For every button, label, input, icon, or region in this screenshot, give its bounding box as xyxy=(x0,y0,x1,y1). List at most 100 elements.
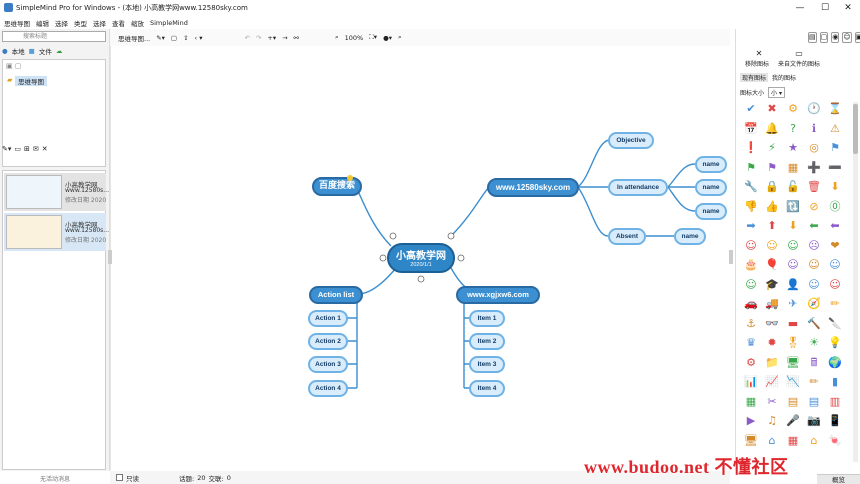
style-panel-icon[interactable]: ◉ xyxy=(831,32,840,43)
topic-action-3[interactable]: Action 3 xyxy=(308,356,348,373)
redo-icon[interactable]: ↷ xyxy=(256,34,261,42)
document-selector[interactable]: 思维导图... xyxy=(118,33,150,43)
properties-icon[interactable]: ▤ xyxy=(808,32,817,43)
overview-button[interactable]: 概览 xyxy=(817,474,860,484)
mail-icon[interactable]: ✉ xyxy=(33,145,39,153)
library-icon[interactable]: ⬅ xyxy=(807,219,821,233)
library-icon[interactable]: 🖩 xyxy=(807,356,821,370)
undo-icon[interactable]: ↶ xyxy=(244,34,249,42)
library-icon[interactable]: 📊 xyxy=(744,375,758,389)
library-icon[interactable]: 👓 xyxy=(765,317,779,331)
mind-map-canvas[interactable]: 小高教学网 2020/1/1 百度搜索 www.12580sky.com Obj… xyxy=(110,46,730,470)
file-icon-icon[interactable]: ▭ xyxy=(785,49,813,58)
tab-local[interactable]: 本地 xyxy=(12,46,25,56)
library-icon[interactable]: ⬇ xyxy=(828,180,842,194)
library-icon[interactable]: 👤 xyxy=(786,278,800,292)
library-icon[interactable]: ⊘ xyxy=(807,200,821,214)
library-icon[interactable]: ▮ xyxy=(828,375,842,389)
topic-name[interactable]: name xyxy=(695,179,727,196)
topic-12580sky[interactable]: www.12580sky.com xyxy=(487,178,579,197)
library-icon[interactable]: 🎈 xyxy=(765,258,779,272)
library-icon[interactable]: ✏ xyxy=(828,297,842,311)
library-icon[interactable]: 👎 xyxy=(744,200,758,214)
topic-name[interactable]: name xyxy=(695,203,727,220)
library-icon[interactable]: ☺ xyxy=(807,278,821,292)
menu-select-2[interactable]: 选择 xyxy=(93,18,106,28)
open-folder-icon[interactable]: ▭ xyxy=(14,145,21,153)
topic-action-4[interactable]: Action 4 xyxy=(308,380,348,397)
library-icon[interactable]: 🔪 xyxy=(828,317,842,331)
library-icon[interactable]: 🎓 xyxy=(765,278,779,292)
topic-name[interactable]: name xyxy=(674,228,706,245)
readonly-checkbox[interactable]: 只读 xyxy=(116,473,139,483)
library-icon[interactable]: ➖ xyxy=(828,161,842,175)
fit-icon[interactable]: ⛶▾ xyxy=(369,33,377,42)
library-icon[interactable]: ✂ xyxy=(765,395,779,409)
library-icon[interactable]: ➕ xyxy=(807,161,821,175)
library-icon[interactable]: ▶ xyxy=(744,414,758,428)
library-icon[interactable]: ❤ xyxy=(828,239,842,253)
library-icon[interactable]: ⚙ xyxy=(744,356,758,370)
library-icon[interactable]: ⌂ xyxy=(807,434,821,448)
topic-xgjxw6[interactable]: www.xgjxw6.com xyxy=(456,286,540,304)
right-panel-collapse-handle[interactable] xyxy=(729,250,733,264)
library-icon[interactable]: 🔃 xyxy=(786,200,800,214)
zoom-icon[interactable]: ⌕ xyxy=(335,33,339,42)
library-icon[interactable]: 📈 xyxy=(765,375,779,389)
library-icon[interactable]: 📱 xyxy=(828,414,842,428)
library-icon[interactable]: ★ xyxy=(786,141,800,155)
library-icon[interactable]: ⚓ xyxy=(744,317,758,331)
topic-baidu[interactable]: 百度搜索 xyxy=(312,177,362,196)
library-icon[interactable]: ⌂ xyxy=(765,434,779,448)
library-icon[interactable]: 📷 xyxy=(807,414,821,428)
library-icon[interactable]: 🖥 xyxy=(786,356,800,370)
library-icon[interactable]: 📉 xyxy=(786,375,800,389)
library-icon[interactable]: ? xyxy=(786,122,800,136)
library-icon[interactable]: ▥ xyxy=(828,395,842,409)
tree-item-mindmaps[interactable]: 思维导图 xyxy=(15,76,47,86)
library-icon[interactable]: 🔓 xyxy=(786,180,800,194)
note-panel-icon[interactable]: ▢ xyxy=(819,32,829,43)
library-icon[interactable]: 🚚 xyxy=(765,297,779,311)
tab-my-icons[interactable]: 我的图标 xyxy=(772,73,796,82)
remove-icon-button[interactable]: 移除图标 xyxy=(740,59,774,68)
library-icon[interactable]: 🍬 xyxy=(828,434,842,448)
library-icon[interactable]: ☺ xyxy=(744,239,758,253)
library-icon[interactable]: ⚠ xyxy=(828,122,842,136)
left-panel-collapse-handle[interactable] xyxy=(108,250,112,264)
library-icon[interactable]: 🌍 xyxy=(828,356,842,370)
minimize-button[interactable]: — xyxy=(790,2,810,14)
library-icon[interactable]: 🕐 xyxy=(807,102,821,116)
connector-handle[interactable] xyxy=(389,232,397,240)
library-icon[interactable]: ▦ xyxy=(744,395,758,409)
connector-handle[interactable] xyxy=(447,232,455,240)
connector-handle[interactable] xyxy=(379,254,387,262)
library-icon[interactable]: ▤ xyxy=(807,395,821,409)
central-topic[interactable]: 小高教学网 2020/1/1 xyxy=(387,243,455,273)
topic-objective[interactable]: Objective xyxy=(608,132,654,149)
remove-icon-icon[interactable]: ✕ xyxy=(744,49,774,58)
topic-action-list[interactable]: Action list xyxy=(309,286,363,304)
library-icon[interactable]: ☺ xyxy=(786,258,800,272)
library-icon[interactable]: ◎ xyxy=(807,141,821,155)
menu-view[interactable]: 查看 xyxy=(112,18,125,28)
topic-name[interactable]: name xyxy=(695,156,727,173)
topic-item-2[interactable]: Item 2 xyxy=(469,333,505,350)
library-icon[interactable]: 🖥 xyxy=(744,434,758,448)
library-icon[interactable]: ▬ xyxy=(786,317,800,331)
menu-mindmap[interactable]: 思维导图 xyxy=(4,18,30,28)
library-icon[interactable]: ❗ xyxy=(744,141,758,155)
library-icon[interactable]: ⓪ xyxy=(828,200,842,214)
library-icon[interactable]: ⚑ xyxy=(744,161,758,175)
menu-select[interactable]: 选择 xyxy=(55,18,68,28)
icon-scrollbar-thumb[interactable] xyxy=(853,104,858,154)
library-icon[interactable]: 📁 xyxy=(765,356,779,370)
checkbox-box[interactable] xyxy=(116,474,123,481)
library-icon[interactable]: ☺ xyxy=(786,239,800,253)
list-item[interactable]: 小高教学网 www.12580s... 修改日期 2020 xyxy=(4,213,109,251)
library-icon[interactable]: ⚑ xyxy=(765,161,779,175)
library-icon[interactable]: ☺ xyxy=(744,278,758,292)
topic-absent[interactable]: Absent xyxy=(608,228,646,245)
library-icon[interactable]: ⚙ xyxy=(786,102,800,116)
library-icon[interactable]: ✹ xyxy=(765,336,779,350)
